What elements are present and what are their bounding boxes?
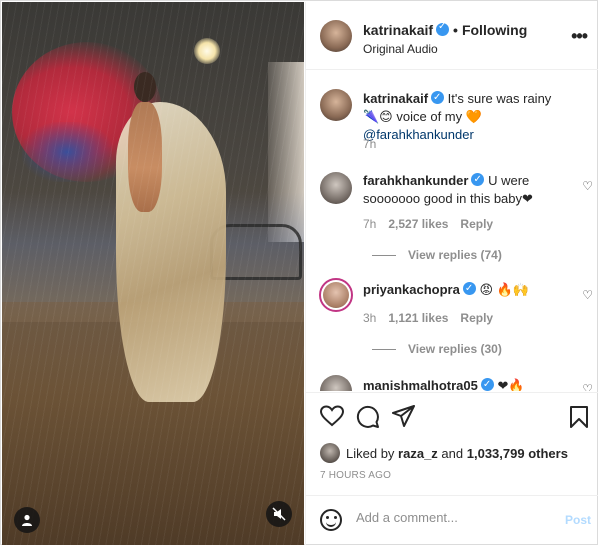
comment-username[interactable]: manishmalhotra05 (363, 378, 478, 391)
add-comment-bar: Post (306, 495, 598, 545)
comment-like-icon[interactable]: ♡ (582, 179, 593, 193)
caption-body-2: voice of my 🧡 (396, 109, 482, 124)
post-header: katrinakaif •Following Original Audio ••• (306, 2, 598, 70)
view-replies-button[interactable]: View replies (74) (372, 248, 502, 262)
rain-overlay (2, 2, 304, 545)
avatar[interactable] (320, 20, 352, 52)
post-video[interactable] (2, 2, 304, 545)
reply-button[interactable]: Reply (460, 311, 493, 325)
replies-divider (372, 254, 396, 256)
caption-meta: 7h (363, 137, 388, 151)
verified-icon (471, 171, 485, 189)
action-bar (306, 392, 598, 432)
caption-time[interactable]: 7h (363, 137, 376, 151)
comment-username[interactable]: priyankachopra (363, 282, 460, 297)
comment-text: priyankachopra 😡 🔥🙌 (363, 280, 563, 299)
liker-avatar[interactable] (320, 443, 340, 463)
caption-avatar[interactable] (320, 89, 352, 121)
comment-icon[interactable] (356, 405, 380, 429)
caption-username[interactable]: katrinakaif (363, 91, 428, 106)
comment-input[interactable] (356, 510, 556, 525)
header-username[interactable]: katrinakaif (363, 22, 433, 38)
post-details-panel: katrinakaif •Following Original Audio •••… (305, 2, 598, 545)
following-button[interactable]: Following (462, 22, 527, 38)
likes-summary: Liked by raza_z and 1,033,799 others (320, 443, 568, 463)
verified-icon (480, 376, 494, 391)
likes-count[interactable]: 1,033,799 others (467, 446, 568, 461)
speaker-muted-icon (272, 507, 286, 521)
post-frame: katrinakaif •Following Original Audio •••… (0, 0, 598, 545)
comment-username[interactable]: farahkhankunder (363, 173, 468, 188)
view-replies-label: View replies (30) (408, 342, 502, 356)
verified-icon (431, 89, 445, 107)
comment-body: 😡 🔥🙌 (479, 282, 529, 297)
comment-body: ❤🔥 (497, 378, 525, 391)
mute-button[interactable] (266, 501, 292, 527)
verified-icon (436, 21, 450, 36)
more-options-icon[interactable]: ••• (571, 26, 588, 47)
comment-text: manishmalhotra05 ❤🔥 (363, 376, 563, 391)
audio-link[interactable]: Original Audio (363, 42, 438, 56)
reply-button[interactable]: Reply (460, 217, 493, 231)
verified-icon (462, 280, 476, 298)
avatar (323, 282, 349, 308)
user-icon (22, 514, 32, 526)
replies-divider (372, 348, 396, 350)
comment-likes[interactable]: 1,121 likes (388, 311, 448, 325)
post-button[interactable]: Post (565, 513, 591, 527)
comment-time[interactable]: 7h (363, 217, 376, 231)
bookmark-icon[interactable] (569, 405, 589, 429)
comment-meta: 3h 1,121 likes Reply (363, 311, 505, 325)
share-icon[interactable] (392, 405, 416, 427)
comment-time[interactable]: 3h (363, 311, 376, 325)
story-ring-avatar[interactable] (319, 278, 353, 312)
header-user-line: katrinakaif •Following (363, 21, 527, 38)
view-replies-button[interactable]: View replies (30) (372, 342, 502, 356)
likes-and: and (441, 445, 464, 461)
comment-like-icon[interactable]: ♡ (582, 382, 593, 391)
comments-list[interactable]: katrinakaif It's sure was rainy 🌂😊 voice… (306, 71, 598, 391)
comment-like-icon[interactable]: ♡ (582, 288, 593, 302)
comment-text: farahkhankunder U were sooooooo good in … (363, 171, 548, 208)
view-replies-label: View replies (74) (408, 248, 502, 262)
user-tag-button[interactable] (14, 507, 40, 533)
comment-likes[interactable]: 2,527 likes (388, 217, 448, 231)
liker-username[interactable]: raza_z (398, 446, 438, 461)
emoji-icon[interactable] (320, 509, 342, 531)
post-timestamp[interactable]: 7 HOURS AGO (320, 470, 391, 481)
comment-avatar[interactable] (320, 375, 352, 391)
likes-prefix: Liked by (346, 445, 395, 461)
caption-text: katrinakaif It's sure was rainy 🌂😊 voice… (363, 89, 563, 144)
comment-avatar[interactable] (320, 172, 352, 204)
separator-dot: • (453, 22, 458, 38)
heart-icon[interactable] (320, 405, 344, 427)
comment-meta: 7h 2,527 likes Reply (363, 217, 505, 231)
